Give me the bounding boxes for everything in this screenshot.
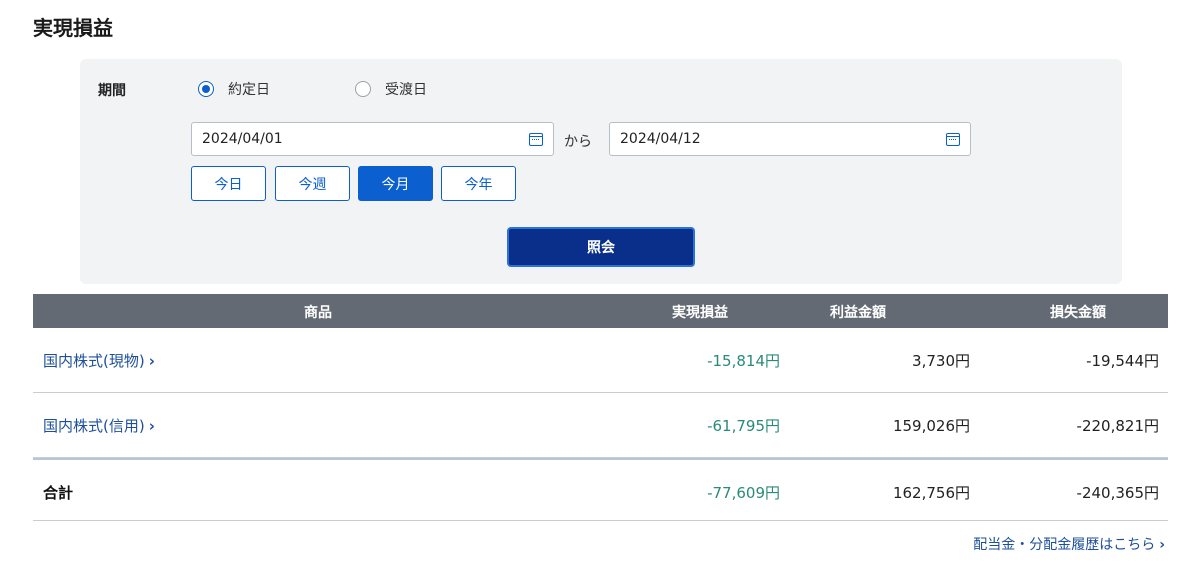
loss-value: -220,821円 xyxy=(1076,417,1159,435)
product-name: 国内株式(現物) xyxy=(43,352,145,370)
header-realized: 実現損益 xyxy=(672,305,728,321)
date-to-input[interactable]: 2024/04/12 xyxy=(609,122,971,156)
chevron-right-icon: › xyxy=(148,417,155,435)
total-row: 合計 -77,609円 162,756円 -240,365円 xyxy=(33,458,1168,521)
calendar-icon[interactable] xyxy=(946,132,960,146)
total-realized-value: -77,609円 xyxy=(707,484,780,502)
range-separator: から xyxy=(564,134,592,150)
dividend-history-link[interactable]: 配当金・分配金履歴はこちら › xyxy=(973,534,1165,554)
profit-value: 3,730円 xyxy=(912,352,970,370)
filter-panel: 期間 約定日 受渡日 2024/04/01 から 2024/04/12 今日 今… xyxy=(80,59,1122,284)
radio-unselected-icon xyxy=(355,81,371,97)
product-name: 国内株式(信用) xyxy=(43,417,145,435)
total-label: 合計 xyxy=(43,484,74,502)
calendar-icon[interactable] xyxy=(529,132,543,146)
radio-settlement-date[interactable]: 受渡日 xyxy=(355,79,427,99)
date-to-value: 2024/04/12 xyxy=(620,131,701,147)
date-from-input[interactable]: 2024/04/01 xyxy=(191,122,554,156)
header-loss: 損失金額 xyxy=(1050,305,1106,321)
this-month-button[interactable]: 今月 xyxy=(358,166,433,201)
chevron-right-icon: › xyxy=(148,352,155,370)
table-header: 商品 実現損益 利益金額 損失金額 xyxy=(33,294,1168,328)
today-button[interactable]: 今日 xyxy=(191,166,266,201)
this-week-button[interactable]: 今週 xyxy=(275,166,350,201)
radio-selected-icon xyxy=(198,81,214,97)
date-from-value: 2024/04/01 xyxy=(202,131,283,147)
period-label: 期間 xyxy=(98,83,126,99)
realized-value: -61,795円 xyxy=(707,417,780,435)
dividend-history-label: 配当金・分配金履歴はこちら xyxy=(973,537,1156,553)
table-row: 国内株式(現物) › -15,814円 3,730円 -19,544円 xyxy=(33,328,1168,393)
realized-value: -15,814円 xyxy=(707,352,780,370)
query-button[interactable]: 照会 xyxy=(507,227,695,267)
product-link-cash[interactable]: 国内株式(現物) › xyxy=(43,350,155,371)
header-product: 商品 xyxy=(304,305,332,321)
page-title: 実現損益 xyxy=(33,16,113,40)
table-row: 国内株式(信用) › -61,795円 159,026円 -220,821円 xyxy=(33,393,1168,458)
radio-trade-date[interactable]: 約定日 xyxy=(198,79,270,99)
header-profit: 利益金額 xyxy=(830,305,886,321)
total-loss-value: -240,365円 xyxy=(1076,484,1159,502)
chevron-right-icon: › xyxy=(1159,537,1165,553)
radio-trade-date-label: 約定日 xyxy=(228,82,270,98)
this-year-button[interactable]: 今年 xyxy=(441,166,516,201)
profit-value: 159,026円 xyxy=(892,417,970,435)
loss-value: -19,544円 xyxy=(1086,352,1159,370)
total-profit-value: 162,756円 xyxy=(892,484,970,502)
radio-settlement-date-label: 受渡日 xyxy=(385,82,427,98)
pnl-table: 商品 実現損益 利益金額 損失金額 国内株式(現物) › -15,814円 3,7… xyxy=(33,294,1168,521)
product-link-margin[interactable]: 国内株式(信用) › xyxy=(43,415,155,436)
